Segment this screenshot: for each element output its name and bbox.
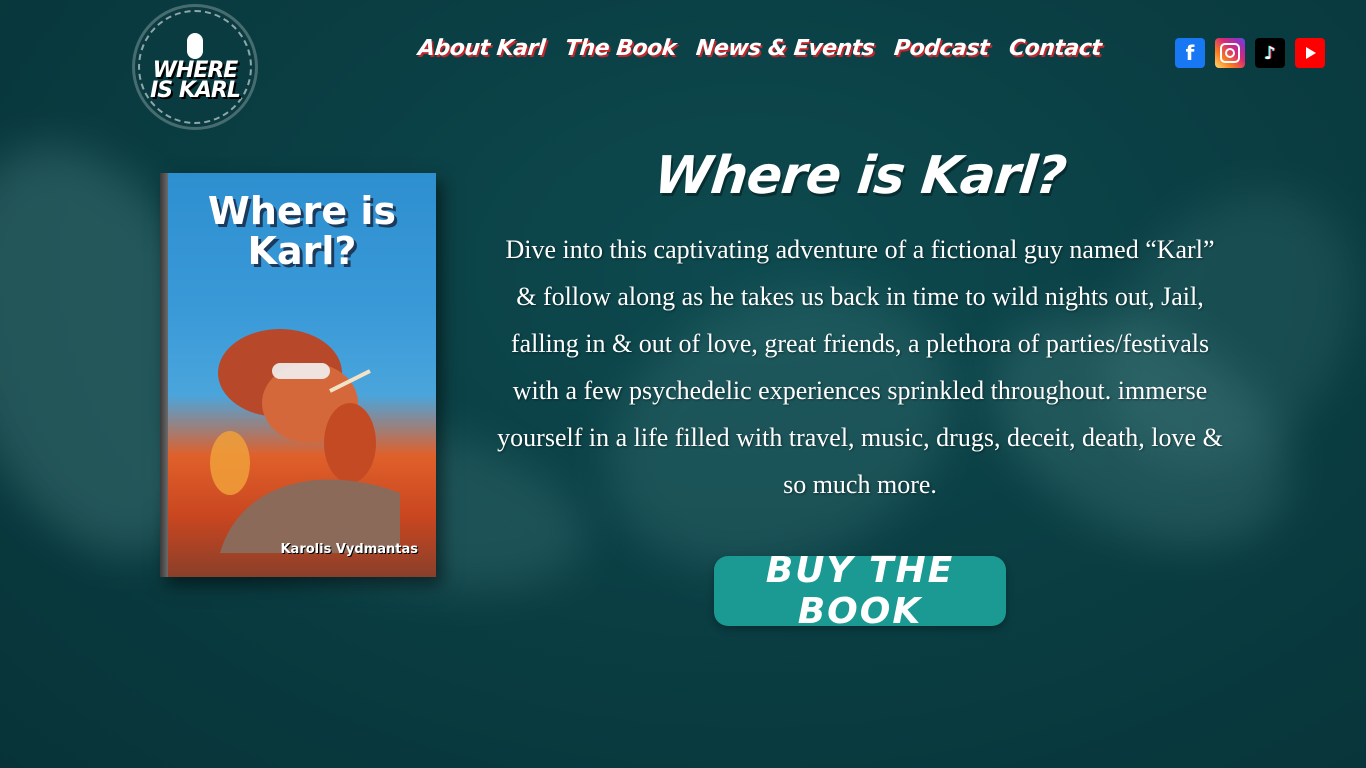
- site-logo[interactable]: WHERE IS KARL: [132, 4, 258, 130]
- main-navigation: About Karl The Book News & Events Podcas…: [417, 36, 1103, 61]
- nav-link-contact[interactable]: Contact: [1008, 36, 1103, 61]
- social-links: f ♪: [1175, 38, 1325, 68]
- book-cover-author: Karolis Vydmantas: [280, 542, 418, 557]
- facebook-glyph: f: [1185, 41, 1195, 65]
- book-description: Dive into this captivating adventure of …: [497, 235, 1223, 499]
- book-spine: [160, 173, 168, 577]
- instagram-camera: [1220, 43, 1240, 63]
- page-title: Where is Karl?: [651, 146, 1069, 206]
- nav-link-news-events[interactable]: News & Events: [695, 36, 876, 61]
- nav-link-the-book[interactable]: The Book: [564, 36, 678, 61]
- facebook-icon[interactable]: f: [1175, 38, 1205, 68]
- tiktok-icon[interactable]: ♪: [1255, 38, 1285, 68]
- nav-link-about-karl[interactable]: About Karl: [417, 36, 547, 61]
- nav-link-podcast[interactable]: Podcast: [893, 36, 991, 61]
- book-cover-illustration: [210, 329, 400, 553]
- book-cover: Where is Karl? Karolis Vydmantas: [160, 173, 436, 577]
- tiktok-glyph: ♪: [1264, 42, 1276, 64]
- logo-text: WHERE IS KARL: [150, 58, 241, 103]
- buy-the-book-button[interactable]: BUY THE BOOK: [714, 550, 1006, 632]
- play-glyph: [1306, 47, 1316, 59]
- instagram-icon[interactable]: [1215, 38, 1245, 68]
- youtube-icon[interactable]: [1295, 38, 1325, 68]
- book-cover-title: Where is Karl?: [207, 189, 397, 273]
- microphone-icon: [187, 33, 203, 59]
